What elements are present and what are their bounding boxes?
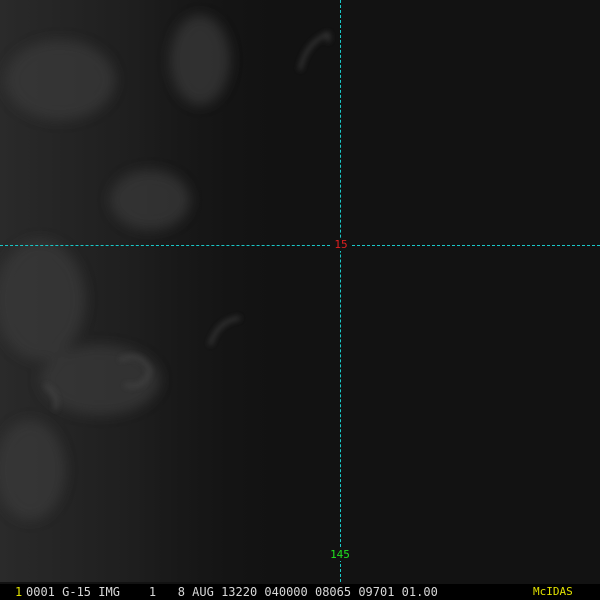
latitude-label: 15 (332, 238, 350, 251)
latitude-grid-line-right (352, 245, 600, 246)
frame-number: 1 (15, 585, 23, 599)
longitude-grid-line (340, 0, 341, 582)
latitude-grid-line-left (0, 245, 330, 246)
mcidas-brand: McIDAS (533, 585, 573, 598)
image-info-footer: 1 0001 G-15 IMG 1 8 AUG 13220 040000 080… (0, 584, 600, 600)
satellite-cloud-imagery (0, 0, 600, 600)
longitude-label: 145 (326, 548, 354, 561)
satellite-image-frame: 15 145 1 0001 G-15 IMG 1 8 AUG 13220 040… (0, 0, 600, 600)
image-header-text: 0001 G-15 IMG 1 8 AUG 13220 040000 08065… (26, 585, 438, 599)
